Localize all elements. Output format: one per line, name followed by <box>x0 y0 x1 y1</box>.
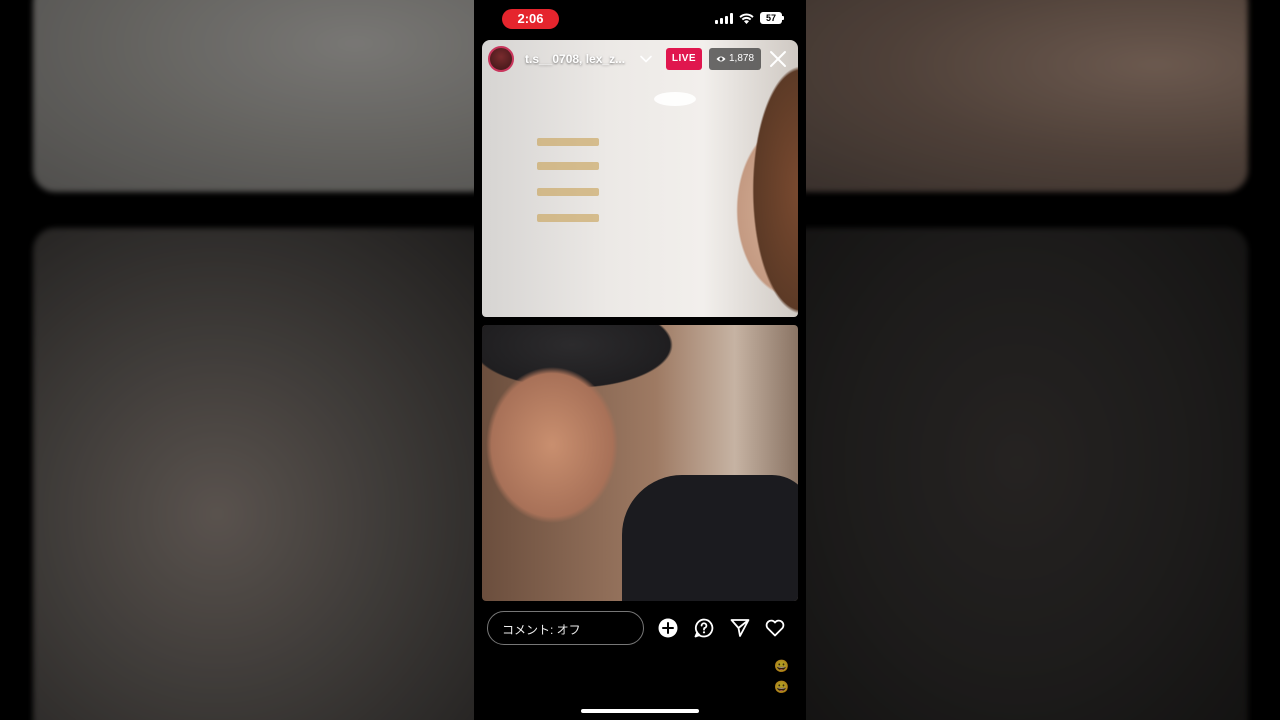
background-dim <box>0 0 474 720</box>
lamp <box>654 92 696 106</box>
reaction-emoji: 😀 <box>774 680 789 694</box>
chevron-down-icon[interactable] <box>639 52 653 66</box>
signal-icon <box>715 12 733 24</box>
reaction-emoji: 😀 <box>774 659 789 673</box>
plus-icon[interactable] <box>658 618 678 638</box>
close-icon[interactable] <box>769 50 787 68</box>
live-header: t.s__0708, lex_z... LIVE 1,878 <box>482 40 798 80</box>
home-indicator[interactable] <box>581 709 699 713</box>
comment-input[interactable]: コメント: オフ <box>487 611 644 645</box>
shelf <box>537 188 599 196</box>
host-names[interactable]: t.s__0708, lex_z... <box>525 52 625 66</box>
battery-tip <box>782 16 784 20</box>
heart-icon[interactable] <box>765 618 785 638</box>
clothing <box>622 475 798 601</box>
viewer-count: 1,878 <box>729 53 755 64</box>
shelf <box>537 162 599 170</box>
battery-icon: 57 <box>760 12 784 24</box>
shelf <box>537 214 599 222</box>
live-badge: LIVE <box>666 48 702 70</box>
status-time: 2:06 <box>502 9 559 29</box>
question-icon[interactable] <box>694 618 714 638</box>
phone-screen: 2:06 57 t.s__0708, lex_z... LIVE 1,878 コ… <box>474 0 806 720</box>
comment-bar: コメント: オフ <box>474 611 806 645</box>
background-right <box>786 0 1280 720</box>
status-icons: 57 <box>715 12 784 24</box>
wifi-icon <box>739 13 754 24</box>
viewer-count-badge[interactable]: 1,878 <box>709 48 762 70</box>
live-video-bottom[interactable] <box>482 325 798 601</box>
shelf <box>537 138 599 146</box>
background-dim <box>806 0 1280 720</box>
eye-icon <box>716 56 726 62</box>
live-video-top[interactable] <box>482 40 798 317</box>
avatar[interactable] <box>488 46 514 72</box>
battery-level: 57 <box>760 12 782 24</box>
comment-placeholder: コメント: オフ <box>502 623 581 637</box>
status-bar: 2:06 57 <box>474 0 806 38</box>
background-left <box>0 0 493 720</box>
send-icon[interactable] <box>730 618 750 638</box>
